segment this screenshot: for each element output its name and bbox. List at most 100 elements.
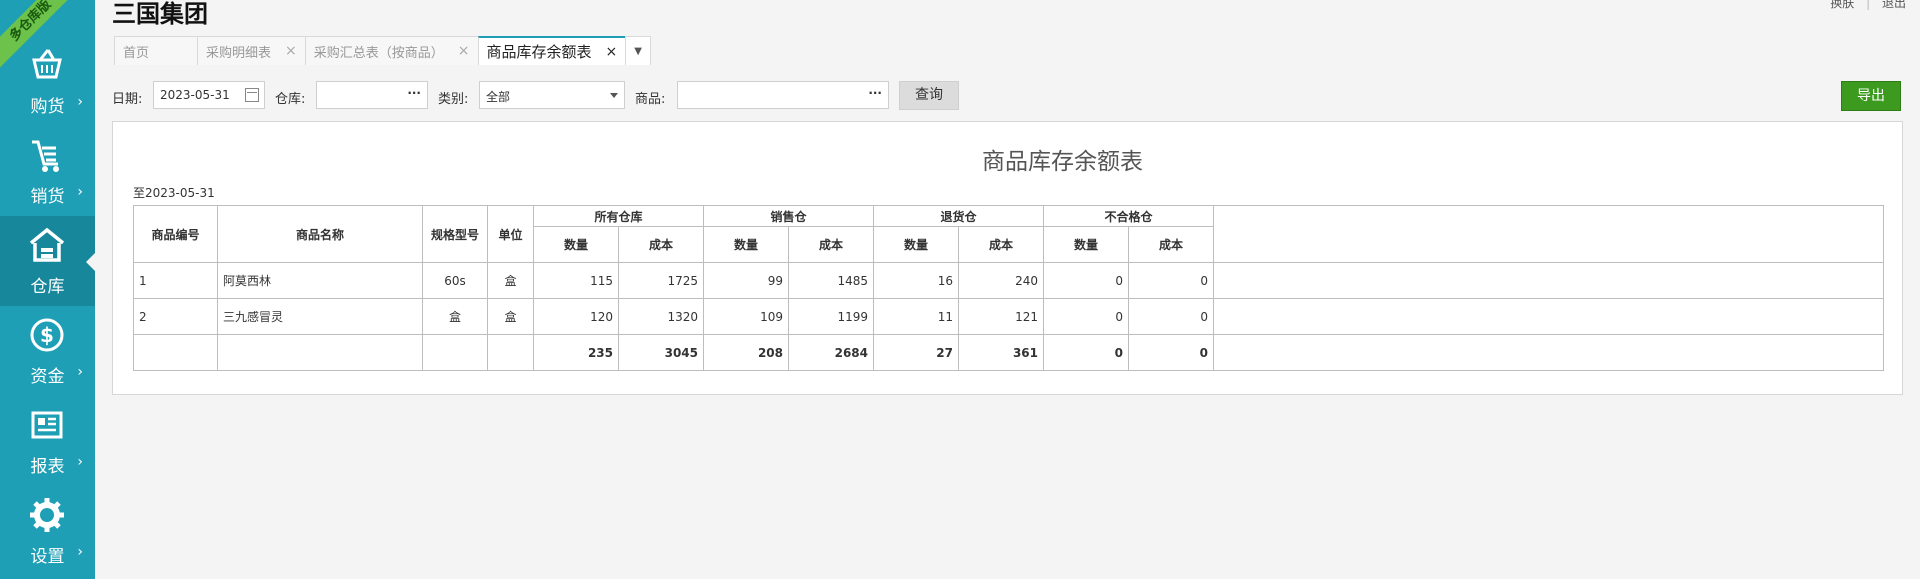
- chevron-down-icon: ▼: [634, 45, 642, 57]
- cell-value: 99: [703, 262, 789, 299]
- cell-total: 361: [958, 334, 1044, 371]
- goods-label: 商品:: [635, 92, 666, 107]
- ellipsis-icon[interactable]: ···: [407, 86, 421, 100]
- chevron-right-icon: ›: [77, 94, 83, 110]
- col-name: 商品名称: [217, 205, 423, 263]
- warehouse-label: 仓库:: [275, 92, 306, 107]
- chevron-right-icon: ›: [77, 364, 83, 380]
- close-icon[interactable]: ×: [285, 43, 297, 59]
- chevron-right-icon: ›: [77, 454, 83, 470]
- date-label: 日期:: [112, 92, 143, 107]
- col-group-return: 退货仓: [873, 205, 1044, 227]
- chevron-right-icon: ›: [77, 544, 83, 560]
- date-value: 2023-05-31: [160, 88, 230, 102]
- close-icon[interactable]: ×: [606, 44, 618, 60]
- tab-label: 首页: [123, 45, 150, 61]
- export-button[interactable]: 导出: [1841, 81, 1901, 111]
- logout-link[interactable]: 退出: [1882, 0, 1906, 10]
- cell-filler: [1213, 262, 1884, 299]
- link-divider: |: [1866, 0, 1871, 10]
- cell-filler: [1213, 334, 1884, 371]
- report-icon: [31, 411, 63, 439]
- cell-unit: 盒: [487, 298, 534, 335]
- ellipsis-icon[interactable]: ···: [868, 86, 882, 100]
- sidebar-item-funds[interactable]: $ 资金 ›: [0, 306, 95, 396]
- tab-inventory-balance[interactable]: 商品库存余额表 ×: [477, 36, 627, 65]
- cell-total: 235: [533, 334, 619, 371]
- goods-input[interactable]: ···: [677, 81, 889, 109]
- tab-more-dropdown[interactable]: ▼: [625, 36, 651, 65]
- basket-icon: [32, 49, 62, 79]
- calendar-icon[interactable]: [245, 88, 259, 102]
- chevron-right-icon: ›: [77, 184, 83, 200]
- cell-value: 109: [703, 298, 789, 335]
- col-code: 商品编号: [133, 205, 218, 263]
- sidebar-item-purchase[interactable]: 购货 ›: [0, 36, 95, 126]
- col-qty: 数量: [1043, 226, 1129, 263]
- cell-value: 121: [958, 298, 1044, 335]
- col-unit: 单位: [487, 205, 534, 263]
- tab-bar: 首页 采购明细表 × 采购汇总表（按商品） × 商品库存余额表 × ▼: [114, 36, 651, 65]
- table-row[interactable]: 2 三九感冒灵 盒 盒 120 1320 109 1199 11 121 0 0: [133, 298, 1884, 335]
- gear-icon: [30, 498, 64, 532]
- inventory-table: 商品编号 商品名称 规格型号 单位 所有仓库 销售仓 退货仓 不合格仓 数量 成…: [133, 205, 1884, 371]
- category-label: 类别:: [438, 92, 469, 107]
- chevron-down-icon: [610, 93, 618, 98]
- close-icon[interactable]: ×: [458, 43, 470, 59]
- tab-purchase-detail[interactable]: 采购明细表 ×: [197, 36, 306, 65]
- cell-total: 3045: [618, 334, 704, 371]
- warehouse-icon: [29, 227, 65, 262]
- sidebar-item-settings[interactable]: 设置 ›: [0, 486, 95, 576]
- cell-value: 0: [1128, 262, 1214, 299]
- cell-value: 240: [958, 262, 1044, 299]
- cell-value: 120: [533, 298, 619, 335]
- tab-purchase-summary[interactable]: 采购汇总表（按商品） ×: [304, 36, 479, 65]
- col-cost: 成本: [1128, 226, 1214, 263]
- col-qty: 数量: [533, 226, 619, 263]
- category-select[interactable]: 全部: [479, 81, 625, 109]
- cell-value: 0: [1128, 298, 1214, 335]
- cell-empty: [133, 334, 218, 371]
- dollar-icon: $: [30, 318, 64, 352]
- cell-code: 1: [133, 262, 218, 299]
- active-pointer: [86, 253, 95, 271]
- cell-value: 1485: [788, 262, 874, 299]
- col-group-defect: 不合格仓: [1043, 205, 1214, 227]
- sidebar-item-sales[interactable]: 销货 ›: [0, 126, 95, 216]
- cell-total: 2684: [788, 334, 874, 371]
- col-group-sales: 销售仓: [703, 205, 874, 227]
- category-value: 全部: [486, 90, 511, 104]
- cell-name: 阿莫西林: [217, 262, 423, 299]
- cell-unit: 盒: [487, 262, 534, 299]
- col-cost: 成本: [618, 226, 704, 263]
- date-input[interactable]: 2023-05-31: [153, 81, 265, 109]
- col-qty: 数量: [873, 226, 959, 263]
- report-title: 商品库存余额表: [982, 149, 1143, 175]
- cart-icon: [32, 140, 59, 172]
- sidebar: 多仓库版 购货 › 销货 › 仓库 $ 资金 › 报表 › 设置 ›: [0, 0, 95, 579]
- warehouse-input[interactable]: ···: [316, 81, 428, 109]
- tab-label: 商品库存余额表: [486, 43, 592, 61]
- cell-value: 11: [873, 298, 959, 335]
- cell-total: 0: [1128, 334, 1214, 371]
- table-row[interactable]: 1 阿莫西林 60s 盒 115 1725 99 1485 16 240 0 0: [133, 262, 1884, 299]
- query-button[interactable]: 查询: [899, 81, 959, 110]
- sidebar-item-warehouse[interactable]: 仓库: [0, 216, 95, 306]
- skin-link[interactable]: 换肤: [1830, 0, 1854, 10]
- cell-value: 1725: [618, 262, 704, 299]
- cell-spec: 盒: [422, 298, 488, 335]
- col-spec: 规格型号: [422, 205, 488, 263]
- col-cost: 成本: [958, 226, 1044, 263]
- user-links: 换肤 | 退出: [1822, 0, 1906, 11]
- table-total-row: 235 3045 208 2684 27 361 0 0: [133, 334, 1884, 371]
- cell-empty: [487, 334, 534, 371]
- col-qty: 数量: [703, 226, 789, 263]
- company-name: 三国集团: [112, 0, 208, 28]
- cell-total: 27: [873, 334, 959, 371]
- cell-empty: [422, 334, 488, 371]
- tab-home[interactable]: 首页: [114, 36, 198, 65]
- report-date-range: 至2023-05-31: [133, 186, 215, 200]
- cell-value: 115: [533, 262, 619, 299]
- sidebar-item-label: 仓库: [30, 277, 65, 297]
- sidebar-item-reports[interactable]: 报表 ›: [0, 396, 95, 486]
